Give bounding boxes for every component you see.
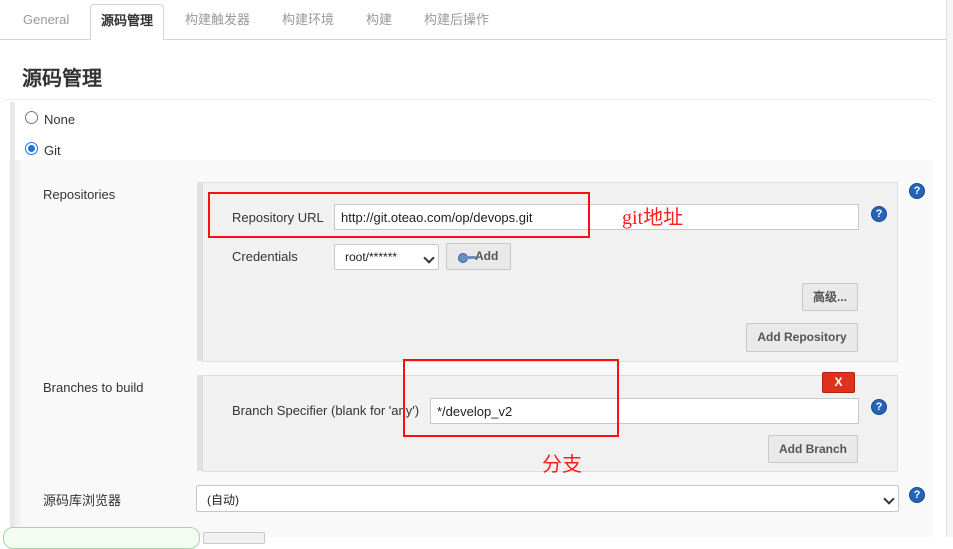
credentials-label: Credentials — [232, 249, 298, 264]
repository-browser-label: 源码库浏览器 — [43, 493, 122, 508]
repositories-label: Repositories — [43, 187, 116, 202]
scm-none-label: None — [44, 112, 76, 127]
git-indent-bar — [15, 160, 20, 537]
branches-label: Branches to build — [43, 380, 144, 395]
branch-specifier-label: Branch Specifier (blank for 'any') — [232, 403, 420, 418]
credentials-value: root/****** — [345, 250, 398, 264]
scm-git-radio[interactable] — [25, 142, 38, 155]
annotation-box-branch — [403, 359, 619, 437]
scm-none-radio[interactable] — [25, 111, 38, 124]
partial-button[interactable] — [203, 532, 265, 544]
tab-build-triggers[interactable]: 构建触发器 — [185, 0, 250, 38]
tab-bar: General 源码管理 构建触发器 构建环境 构建 构建后操作 — [0, 0, 946, 40]
annotation-git-url: git地址 — [622, 207, 684, 229]
tab-scm[interactable]: 源码管理 — [90, 4, 165, 40]
repositories-help-icon[interactable]: ? — [909, 183, 925, 199]
chevron-down-icon — [883, 493, 895, 505]
branch-specifier-help-icon[interactable]: ? — [871, 399, 887, 415]
add-branch-button[interactable]: Add Branch — [768, 435, 858, 463]
add-repository-button[interactable]: Add Repository — [746, 323, 858, 352]
tab-post-build[interactable]: 构建后操作 — [424, 0, 489, 38]
repository-browser-value: (自动) — [207, 493, 239, 507]
partial-status-element — [3, 527, 200, 549]
repository-browser-help-icon[interactable]: ? — [909, 487, 925, 503]
repository-url-help-icon[interactable]: ? — [871, 206, 887, 222]
tab-general[interactable]: General — [23, 0, 69, 38]
tab-build[interactable]: 构建 — [366, 0, 392, 38]
annotation-branch: 分支 — [542, 454, 582, 476]
key-shaft — [466, 256, 476, 259]
repository-browser-select[interactable]: (自动) — [196, 485, 899, 512]
section-title: 源码管理 — [22, 68, 102, 90]
advanced-button[interactable]: 高级... — [802, 283, 858, 311]
page-scrollbar[interactable] — [946, 0, 953, 537]
scm-git-label: Git — [44, 143, 61, 158]
divider — [3, 99, 933, 100]
tab-build-environment[interactable]: 构建环境 — [282, 0, 334, 38]
credentials-select[interactable]: root/****** — [334, 244, 439, 270]
chevron-down-icon — [423, 252, 435, 264]
add-credentials-label: Add — [475, 249, 499, 263]
add-credentials-button[interactable]: Add — [446, 243, 511, 270]
annotation-box-git-url — [208, 192, 590, 238]
delete-branch-button[interactable]: X — [822, 372, 855, 393]
